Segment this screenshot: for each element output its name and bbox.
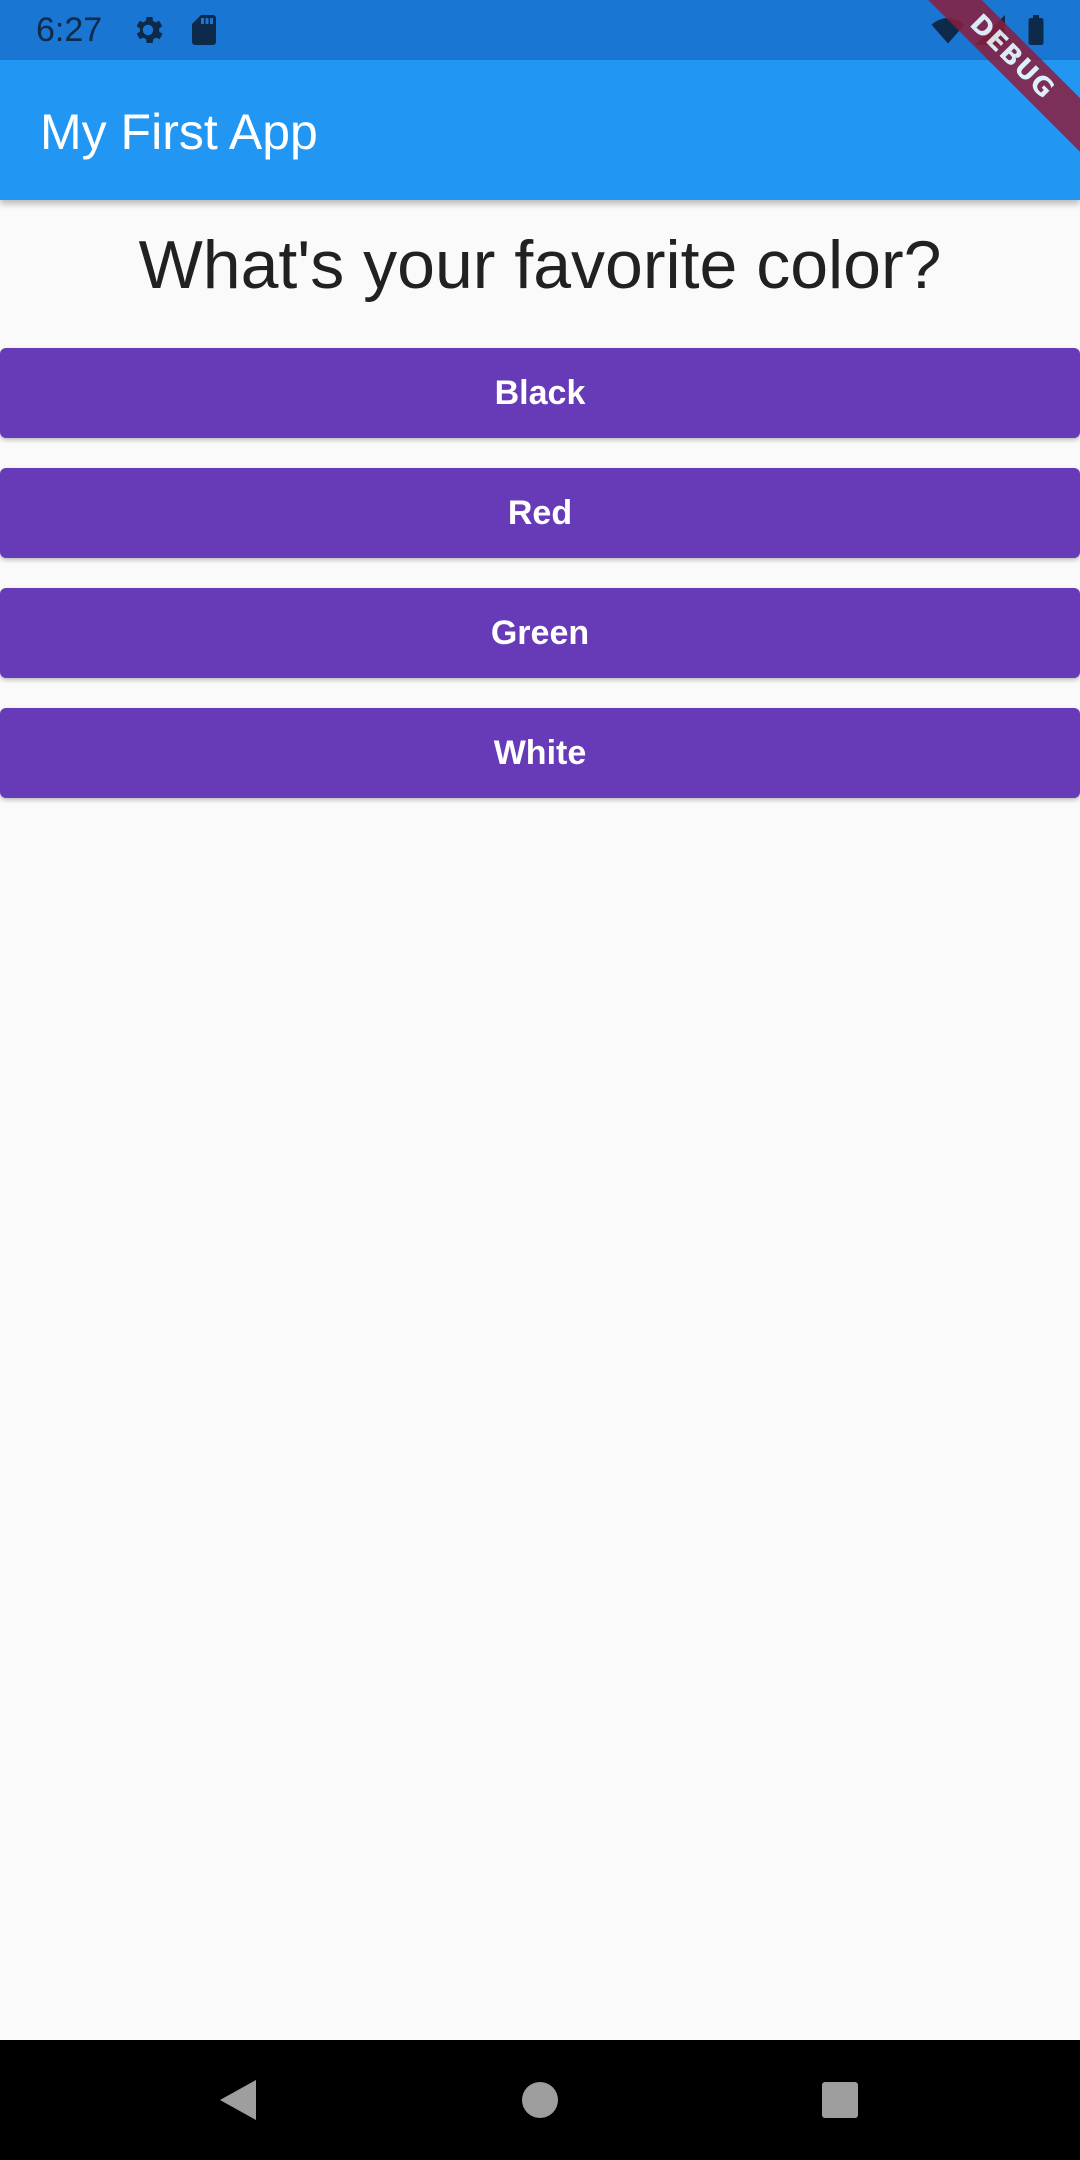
back-button[interactable] <box>208 2070 268 2130</box>
question-text: What's your favorite color? <box>138 227 942 303</box>
wifi-icon <box>930 12 966 48</box>
app-screen: 6:27 My First App DEBUG What's your favo… <box>0 0 1080 2160</box>
signal-icon <box>972 12 1008 48</box>
recents-button[interactable] <box>810 2070 870 2130</box>
status-bar: 6:27 <box>0 0 1080 60</box>
home-button[interactable] <box>510 2070 570 2130</box>
status-time: 6:27 <box>36 11 103 49</box>
battery-icon <box>1018 12 1054 48</box>
home-icon <box>522 2082 558 2118</box>
answer-button-black[interactable]: Black <box>0 348 1080 438</box>
app-title: My First App <box>40 104 318 160</box>
answer-button-white[interactable]: White <box>0 708 1080 798</box>
app-bar: My First App <box>0 60 1080 200</box>
answer-button-red[interactable]: Red <box>0 468 1080 558</box>
back-icon <box>220 2080 256 2120</box>
answer-button-green[interactable]: Green <box>0 588 1080 678</box>
recents-icon <box>822 2082 858 2118</box>
sd-card-icon <box>186 12 222 48</box>
system-nav-bar <box>0 2040 1080 2160</box>
gear-icon <box>130 12 166 48</box>
